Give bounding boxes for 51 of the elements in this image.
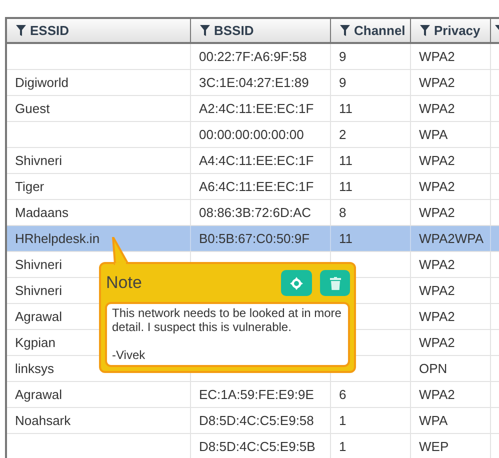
table-cell-text: WPA	[419, 126, 448, 144]
table-cell-text: Shivneri	[15, 152, 62, 170]
table-cell-text: HRhelpdesk.in	[15, 230, 100, 248]
table-cell-text: Agrawal	[15, 386, 62, 404]
table-cell-text: OPN	[419, 360, 448, 378]
table-cell-text: B0:5B:67:C0:50:9F	[199, 230, 310, 248]
table-cell-text: A2:4C:11:EE:EC:1F	[199, 100, 314, 118]
table-cell-text: Guest	[15, 100, 50, 118]
table-cell-text: 9	[339, 48, 346, 66]
table-cell-text: Shivneri	[15, 256, 62, 274]
table-cell-text: 2	[339, 126, 346, 144]
table-cell-text: Shivneri	[15, 282, 62, 300]
table-cell-text: 6	[339, 386, 346, 404]
table-cell-text: WPA2	[419, 74, 455, 92]
table-cell-text: WPA2	[419, 334, 455, 352]
table-cell-text: WPA2	[419, 204, 455, 222]
table-cell-text: 11	[339, 178, 352, 196]
table-cell-text: WPA2	[419, 308, 455, 326]
table-cell-text: WPA2	[419, 386, 455, 404]
table-cell-text: 1	[339, 412, 346, 430]
table-cell-text: 00:22:7F:A6:9F:58	[199, 48, 307, 66]
table-cell-text: 11	[339, 230, 352, 248]
table-cell-text: A4:4C:11:EE:EC:1F	[199, 152, 314, 170]
table-cell-text: WPA	[419, 412, 448, 430]
table-cell-text: Digiworld	[15, 74, 68, 92]
table-cell-text: Madaans	[15, 204, 68, 222]
table-cell-text: 8	[339, 204, 346, 222]
table-cell-text: WPA2	[419, 152, 455, 170]
table-cell-text: 9	[339, 74, 346, 92]
table-cell-text: Noahsark	[15, 412, 71, 430]
table-cell-text: Agrawal	[15, 308, 62, 326]
table-cell-text: 1	[339, 438, 346, 456]
table-cell-text: Tiger	[15, 178, 44, 196]
table-cell-text: 11	[339, 152, 352, 170]
table-cell-text: D8:5D:4C:C5:E9:58	[199, 412, 314, 430]
table-cell-text: D8:5D:4C:C5:E9:5B	[199, 438, 316, 456]
table-cell-text: 08:86:3B:72:6D:AC	[199, 204, 312, 222]
table-cell-text: 3C:1E:04:27:E1:89	[199, 74, 309, 92]
table-cell-text: linksys	[15, 360, 54, 378]
table-cell-text: WPA2	[419, 100, 455, 118]
table-cell-text: WPA2	[419, 178, 455, 196]
table-cell-text: WPA2	[419, 256, 455, 274]
table-cell-text: WEP	[419, 438, 449, 456]
table-cell-text: Kgpian	[15, 334, 56, 352]
table-cell-text: WPA2	[419, 282, 455, 300]
table-cell-text: 11	[339, 100, 352, 118]
table-cell-text: A6:4C:11:EE:EC:1F	[199, 178, 314, 196]
table-cell-text: 00:00:00:00:00:00	[199, 126, 304, 144]
table-cell-text: WPA2WPA	[419, 230, 484, 248]
table-cell-text: WPA2	[419, 48, 455, 66]
table-cell-text: EC:1A:59:FE:E9:9E	[199, 386, 314, 404]
